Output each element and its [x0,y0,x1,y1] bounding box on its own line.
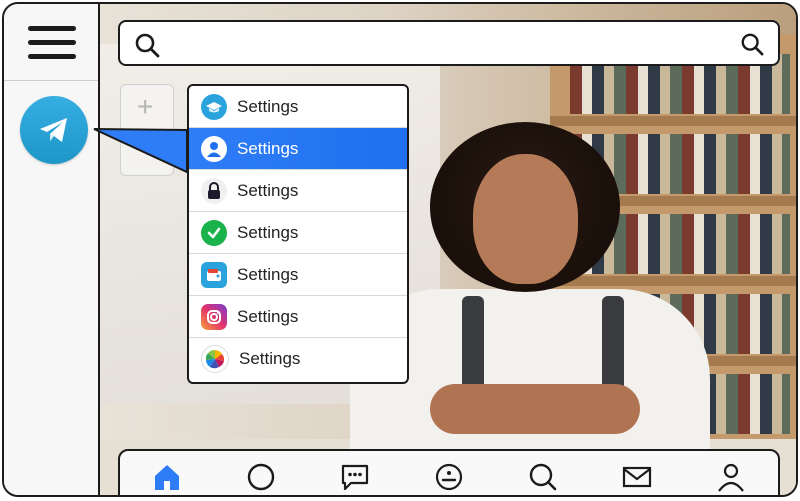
dropdown-item-label: Settings [237,264,299,284]
dropdown-item-5[interactable]: Settings [189,254,407,296]
shelf-board [550,276,796,286]
telegram-icon[interactable] [20,96,88,164]
circle-icon [247,463,275,491]
dropdown-item-label: Settings [237,222,299,242]
photos-pinwheel-icon [201,345,229,373]
dropdown-item-label: Settings [237,306,299,326]
search-icon [134,32,160,63]
nav-profile[interactable] [711,461,751,495]
dropdown-item-7[interactable]: Settings [189,338,407,380]
dropdown-item-label: Settings [239,349,301,368]
lock-icon [201,177,227,204]
plus-icon: + [137,91,154,122]
dropdown-item-label: Settings [237,180,299,200]
nav-home[interactable] [147,461,187,495]
dropdown-item-1[interactable]: Settings [189,86,407,128]
dropdown-item-4[interactable]: Settings [189,212,407,254]
person-face [473,154,578,284]
nav-emoji[interactable] [429,461,469,495]
nav-search[interactable] [523,461,563,495]
dropdown-item-6[interactable]: Settings [189,296,407,338]
search-submit-icon[interactable] [740,32,764,61]
rail-divider [4,80,98,81]
left-rail [4,4,100,495]
home-icon [155,465,179,490]
dropdown-item-3[interactable]: Settings [189,170,407,212]
user-icon [201,135,227,162]
hamburger-menu-icon[interactable] [28,26,76,60]
profile-icon [718,463,744,492]
chat-bubble-icon [341,464,369,491]
mail-icon [622,466,652,488]
bottom-nav-bar [118,449,780,495]
app-window: + Settings Settings Settings Settings Se… [2,2,798,497]
graduation-cap-icon [201,93,227,120]
person-hands [430,384,640,434]
dropdown-item-label: Settings [237,96,299,116]
dropdown-item-2[interactable]: Settings [189,128,407,170]
nav-mail[interactable] [617,461,657,495]
search-icon [529,463,557,491]
search-bar [118,20,780,66]
search-input[interactable] [172,28,736,60]
nav-chat[interactable] [335,461,375,495]
smiley-icon [435,463,463,491]
wallet-icon [201,261,227,288]
settings-dropdown: Settings Settings Settings Settings Sett… [187,84,409,384]
check-circle-icon [201,219,227,246]
background-panel: + [120,84,174,176]
shelf-board [550,116,796,126]
dropdown-item-label: Settings [237,138,299,158]
instagram-icon [201,303,227,330]
nav-circle[interactable] [241,461,281,495]
